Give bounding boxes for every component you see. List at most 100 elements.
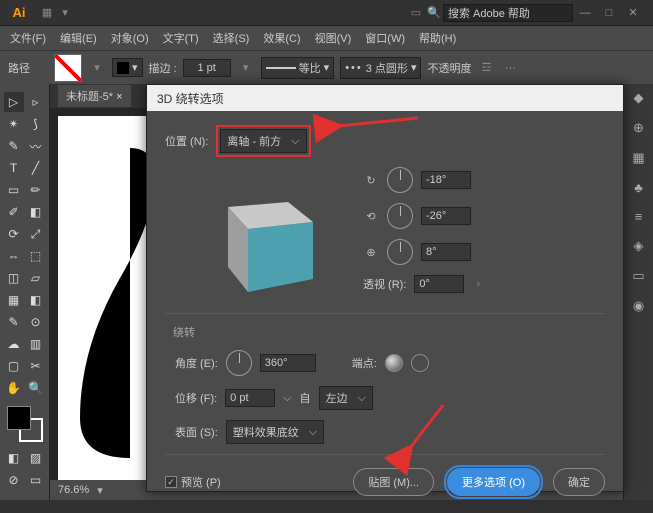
y-angle-input[interactable]: -26° <box>421 207 471 225</box>
wand-tool[interactable]: ✴ <box>4 114 24 134</box>
maximize-button[interactable]: □ <box>597 7 621 19</box>
eraser-tool[interactable]: ◧ <box>26 202 46 222</box>
blend-tool[interactable]: ⊙ <box>26 312 46 332</box>
mesh-tool[interactable]: ▦ <box>4 290 24 310</box>
chevron-down-icon[interactable]: ▾ <box>88 61 106 74</box>
color-panel-icon[interactable]: ⊕ <box>633 120 644 136</box>
gradient-mode[interactable]: ▨ <box>26 448 46 468</box>
highlight-more: 更多选项 (O) <box>444 465 543 499</box>
chevron-down-icon[interactable]: ▾ <box>237 61 255 74</box>
brush-tool[interactable]: ✏ <box>26 180 46 200</box>
document-tab[interactable]: 未标题-5* × <box>58 85 131 107</box>
fill-stroke-control[interactable] <box>7 406 43 442</box>
cap-on-icon[interactable] <box>385 354 403 372</box>
menu-window[interactable]: 窗口(W) <box>359 27 411 49</box>
ok-button[interactable]: 确定 <box>553 468 605 496</box>
brush-select[interactable]: •••3 点圆形▾ <box>340 57 421 79</box>
menu-object[interactable]: 对象(O) <box>105 27 155 49</box>
menu-file[interactable]: 文件(F) <box>4 27 52 49</box>
opacity-label[interactable]: 不透明度 <box>427 60 471 76</box>
x-dial[interactable] <box>387 167 413 193</box>
position-label: 位置 (N): <box>165 133 208 149</box>
offset-input[interactable]: 0 pt <box>225 389 275 407</box>
color-mode[interactable]: ◧ <box>4 448 24 468</box>
search-input[interactable]: 搜索 Adobe 帮助 <box>443 4 573 22</box>
fill-swatch[interactable] <box>54 54 82 82</box>
scale-tool[interactable]: ⤢ <box>26 224 46 244</box>
graph-tool[interactable]: ▥ <box>26 334 46 354</box>
bridge-icon[interactable]: ▦ <box>38 6 56 19</box>
menu-type[interactable]: 文字(T) <box>157 27 205 49</box>
stepper-icon[interactable]: › <box>476 278 480 290</box>
map-art-button[interactable]: 贴图 (M)... <box>353 468 434 496</box>
menu-edit[interactable]: 编辑(E) <box>54 27 103 49</box>
minimize-button[interactable]: — <box>573 7 597 19</box>
arrange-icon[interactable]: ▾ <box>56 6 74 19</box>
menu-view[interactable]: 视图(V) <box>309 27 358 49</box>
shaper-tool[interactable]: ✐ <box>4 202 24 222</box>
appearance-panel-icon[interactable]: ◉ <box>633 298 644 314</box>
eyedropper-tool[interactable]: ✎ <box>4 312 24 332</box>
more-options-button[interactable]: 更多选项 (O) <box>447 468 540 496</box>
selection-tool[interactable]: ▷ <box>4 92 24 112</box>
close-button[interactable]: ✕ <box>621 6 645 19</box>
offset-edge-value: 左边 <box>326 390 348 406</box>
offset-from-label: 自 <box>300 390 311 406</box>
menu-select[interactable]: 选择(S) <box>207 27 256 49</box>
3d-preview[interactable] <box>193 167 333 297</box>
sync-icon[interactable]: ▭ <box>407 6 425 19</box>
stroke-panel-icon[interactable]: ≡ <box>635 209 643 224</box>
layers-panel-icon[interactable]: ◈ <box>634 238 644 254</box>
more-icon[interactable]: ⋯ <box>501 61 519 74</box>
zoom-tool[interactable]: 🔍 <box>26 378 46 398</box>
free-transform-tool[interactable]: ⬚ <box>26 246 46 266</box>
y-dial[interactable] <box>387 203 413 229</box>
rect-tool[interactable]: ▭ <box>4 180 24 200</box>
gradient-tool[interactable]: ◧ <box>26 290 46 310</box>
profile-select[interactable]: 等比▾ <box>261 57 335 79</box>
curvature-tool[interactable]: 〰 <box>26 136 46 156</box>
chevron-down-icon[interactable]: ⌵ <box>283 392 291 405</box>
offset-label: 位移 (F): <box>175 390 217 406</box>
x-angle-input[interactable]: -18° <box>421 171 471 189</box>
zoom-level[interactable]: 76.6% <box>58 484 89 496</box>
position-select[interactable]: 离轴 - 前方 ⌵ <box>220 129 306 153</box>
panel-icon[interactable]: ◆ <box>634 90 644 106</box>
artboard-tool[interactable]: ▢ <box>4 356 24 376</box>
search-icon[interactable]: 🔍 <box>425 6 443 19</box>
swatches-panel-icon[interactable]: ▦ <box>632 150 644 166</box>
z-angle-input[interactable]: 8° <box>421 243 471 261</box>
suit-icon[interactable]: ♣ <box>634 180 643 195</box>
surface-label: 表面 (S): <box>175 424 218 440</box>
libraries-panel-icon[interactable]: ▭ <box>632 268 644 284</box>
surface-select[interactable]: 塑料效果底纹⌵ <box>226 420 324 444</box>
lasso-tool[interactable]: ⟆ <box>26 114 46 134</box>
stroke-swatch[interactable]: ▾ <box>112 58 143 77</box>
perspective-input[interactable]: 0° <box>414 275 464 293</box>
line-tool[interactable]: ╱ <box>26 158 46 178</box>
type-tool[interactable]: T <box>4 158 24 178</box>
angle-dial[interactable] <box>226 350 252 376</box>
fill-color[interactable] <box>7 406 31 430</box>
preview-label: 预览 (P) <box>181 474 221 490</box>
style-icon[interactable]: ☲ <box>477 61 495 74</box>
screen-mode[interactable]: ▭ <box>26 470 46 490</box>
cap-off-icon[interactable] <box>411 354 429 372</box>
shape-builder-tool[interactable]: ◫ <box>4 268 24 288</box>
pen-tool[interactable]: ✎ <box>4 136 24 156</box>
symbol-tool[interactable]: ☁ <box>4 334 24 354</box>
z-dial[interactable] <box>387 239 413 265</box>
menu-help[interactable]: 帮助(H) <box>413 27 462 49</box>
width-tool[interactable]: ⇔ <box>4 246 24 266</box>
angle-input[interactable]: 360° <box>260 354 316 372</box>
direct-select-tool[interactable]: ▹ <box>26 92 46 112</box>
rotate-tool[interactable]: ⟳ <box>4 224 24 244</box>
preview-checkbox[interactable]: ✓预览 (P) <box>165 474 221 490</box>
stroke-weight-input[interactable]: 1 pt <box>183 59 231 77</box>
perspective-tool[interactable]: ▱ <box>26 268 46 288</box>
slice-tool[interactable]: ✂ <box>26 356 46 376</box>
menu-effect[interactable]: 效果(C) <box>257 27 306 49</box>
hand-tool[interactable]: ✋ <box>4 378 24 398</box>
offset-edge-select[interactable]: 左边⌵ <box>319 386 373 410</box>
none-mode[interactable]: ⊘ <box>4 470 24 490</box>
